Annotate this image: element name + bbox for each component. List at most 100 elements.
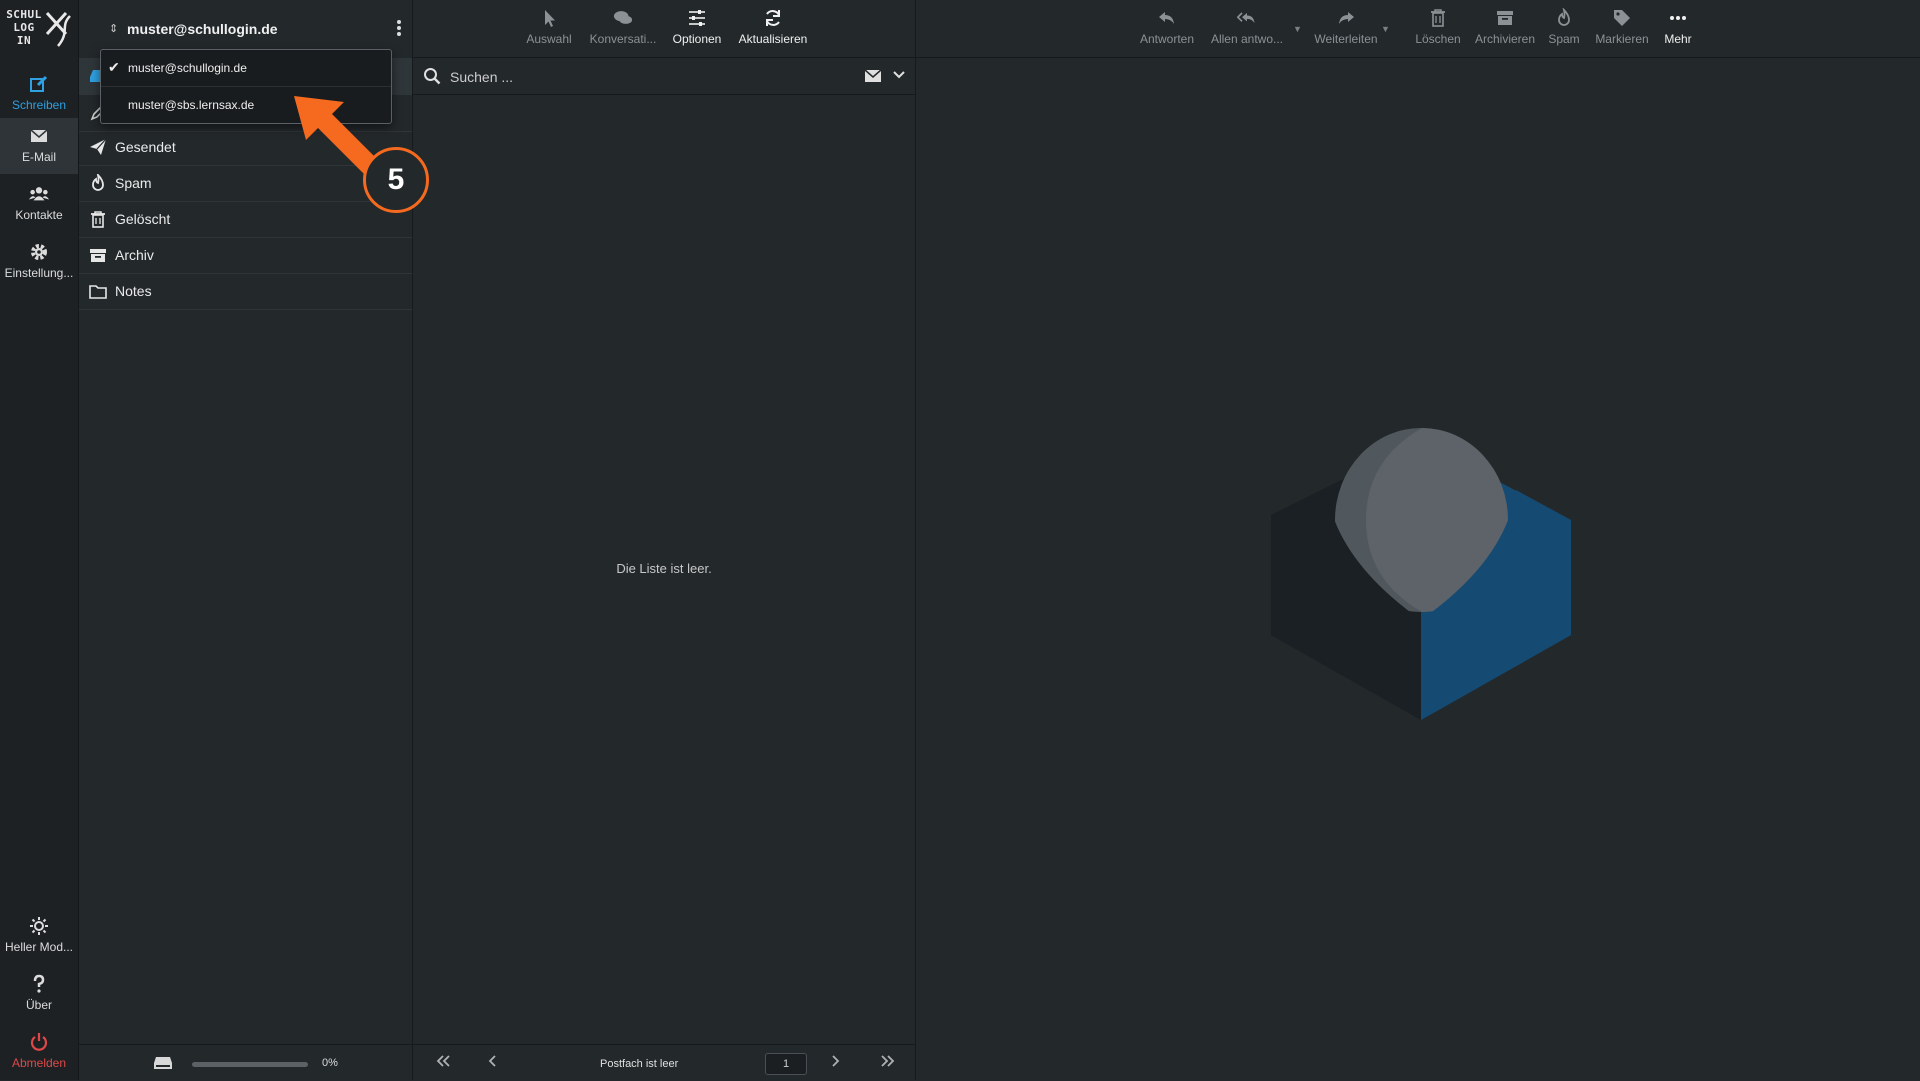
forward-button[interactable]: Weiterleiten [1308, 8, 1384, 46]
rail-light-mode[interactable]: Heller Mod... [0, 908, 78, 964]
folder-archive-label: Archiv [115, 247, 154, 263]
sliders-icon [689, 10, 705, 26]
select-label: Auswahl [526, 32, 572, 46]
rail-about-label: Über [25, 998, 52, 1012]
spam-button[interactable]: Spam [1546, 8, 1582, 46]
mark-button[interactable]: Markieren [1592, 8, 1652, 46]
rail-contacts-label: Kontakte [15, 208, 63, 222]
delete-label: Löschen [1415, 32, 1461, 46]
empty-mailbox-illustration [1271, 428, 1571, 720]
folder-sent[interactable]: Gesendet [79, 129, 412, 166]
folder-deleted-label: Gelöscht [115, 211, 171, 227]
forward-icon [1339, 12, 1354, 24]
rail-mail-label: E-Mail [21, 150, 56, 164]
mark-label: Markieren [1595, 32, 1649, 46]
reply-all-label: Allen antwo... [1210, 32, 1284, 46]
folder-notes[interactable]: Notes [79, 273, 412, 310]
account-menu-icon[interactable] [395, 18, 403, 40]
account-option-label: muster@sbs.lernsax.de [128, 98, 255, 112]
forward-caret-icon[interactable]: ▼ [1381, 24, 1390, 34]
next-page-icon[interactable] [830, 1054, 840, 1071]
question-icon [33, 974, 45, 993]
search-input[interactable] [448, 65, 852, 89]
storage-quota: 0% [79, 1044, 412, 1081]
storage-percent: 0% [322, 1057, 338, 1069]
envelope-filter-icon[interactable] [864, 69, 882, 83]
rail-logout[interactable]: Abmelden [0, 1024, 78, 1080]
current-account[interactable]: muster@schullogin.de [127, 21, 278, 37]
message-list-pane: Auswahl Konversati... Optionen Aktualisi… [413, 0, 916, 1080]
ellipsis-icon [1670, 16, 1686, 20]
cursor-icon [545, 10, 555, 27]
folder-notes-label: Notes [115, 283, 152, 299]
archive-icon [90, 249, 106, 262]
rail-mail[interactable]: E-Mail [0, 118, 78, 174]
folder-spam[interactable]: Spam [79, 165, 412, 202]
empty-list-message: Die Liste ist leer. [616, 561, 712, 576]
trash-icon [1431, 9, 1445, 27]
more-button[interactable]: Mehr [1660, 8, 1696, 46]
rail-settings-label: Einstellung... [4, 266, 74, 280]
gear-icon [31, 244, 47, 260]
folder-archive[interactable]: Archiv [79, 237, 412, 274]
comments-icon [613, 11, 633, 24]
reply-button[interactable]: Antworten [1136, 8, 1198, 46]
navigation-rail: SCHUL LOG IN Schreiben E-Mail Kontakte E… [0, 0, 79, 1080]
page-number-input[interactable]: 1 [765, 1053, 807, 1075]
logo-mark-icon [45, 11, 71, 47]
checkmark-icon: ✔ [108, 59, 120, 75]
conversation-label: Konversati... [589, 32, 657, 46]
account-option-label: muster@schullogin.de [128, 61, 247, 75]
reply-all-caret-icon[interactable]: ▼ [1293, 24, 1302, 34]
folder-icon [89, 285, 107, 299]
compose-icon [30, 75, 48, 92]
annotation-step-badge: 5 [363, 147, 429, 213]
reply-all-button[interactable]: Allen antwo... [1208, 8, 1286, 46]
refresh-icon [766, 10, 780, 26]
users-icon [29, 187, 49, 201]
rail-settings[interactable]: Einstellung... [0, 234, 78, 290]
logo-text: SCHUL LOG IN [6, 8, 42, 47]
folder-sent-label: Gesendet [115, 139, 176, 155]
reply-icon [1159, 12, 1174, 24]
archive-button[interactable]: Archivieren [1472, 8, 1538, 46]
previous-page-icon[interactable] [488, 1054, 498, 1071]
rail-compose[interactable]: Schreiben [0, 66, 78, 122]
sun-icon [30, 917, 48, 935]
search-bar [413, 58, 915, 95]
account-dropdown: ✔ muster@schullogin.de muster@sbs.lernsa… [100, 49, 392, 124]
folder-deleted[interactable]: Gelöscht [79, 201, 412, 238]
select-button[interactable]: Auswahl [523, 8, 575, 46]
spam-label: Spam [1548, 32, 1580, 46]
more-label: Mehr [1664, 32, 1692, 46]
forward-label: Weiterleiten [1314, 32, 1378, 46]
pagination-bar: Postfach ist leer 1 [413, 1044, 915, 1081]
folder-spam-label: Spam [115, 175, 152, 191]
storage-bar [192, 1062, 308, 1067]
conversation-button[interactable]: Konversati... [583, 8, 663, 46]
reply-all-icon [1237, 12, 1255, 23]
list-toolbar: Auswahl Konversati... Optionen Aktualisi… [413, 0, 915, 58]
options-button[interactable]: Optionen [667, 8, 727, 46]
chevron-down-icon[interactable] [893, 70, 905, 80]
refresh-button[interactable]: Aktualisieren [731, 8, 815, 46]
pager-status: Postfach ist leer [600, 1058, 679, 1070]
account-option-lernsax[interactable]: muster@sbs.lernsax.de [101, 86, 391, 122]
delete-button[interactable]: Löschen [1412, 8, 1464, 46]
power-icon [30, 1033, 48, 1051]
rail-about[interactable]: Über [0, 966, 78, 1022]
folder-pane: ⇕ muster@schullogin.de Gesendet Spam Gel… [79, 0, 413, 1080]
account-option-schullogin[interactable]: ✔ muster@schullogin.de [101, 50, 391, 85]
refresh-label: Aktualisieren [738, 32, 808, 46]
archive-icon [1497, 11, 1513, 25]
search-icon [424, 68, 441, 85]
trash-icon [91, 211, 105, 228]
rail-compose-label: Schreiben [11, 98, 67, 112]
tag-icon [1614, 10, 1630, 26]
last-page-icon[interactable] [880, 1054, 896, 1071]
rail-light-mode-label: Heller Mod... [4, 940, 74, 954]
first-page-icon[interactable] [435, 1054, 451, 1071]
rail-logout-label: Abmelden [11, 1056, 67, 1070]
envelope-icon [30, 129, 48, 142]
rail-contacts[interactable]: Kontakte [0, 176, 78, 232]
